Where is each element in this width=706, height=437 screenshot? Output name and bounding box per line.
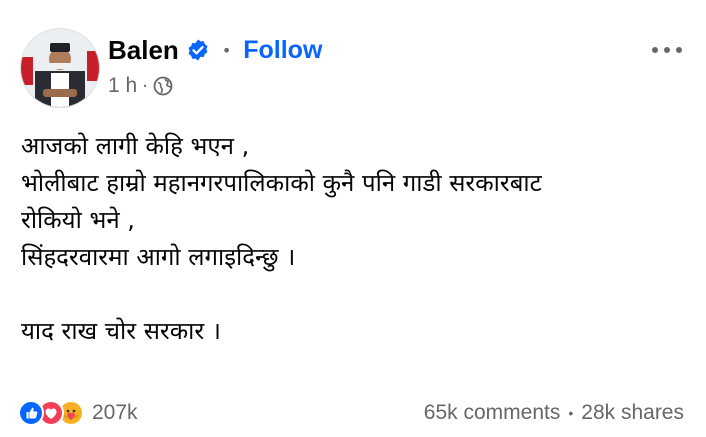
more-options-icon[interactable] [648,38,686,62]
post-text-line: सिंहदरवारमा आगो लगाइदिन्छु । [21,243,296,271]
stats-separator: • [568,405,574,421]
avatar[interactable] [20,28,100,108]
timestamp-line: 1 h · [108,74,322,98]
post-meta: Balen • Follow 1 h · [108,32,322,98]
follow-button[interactable]: Follow [243,36,322,65]
globe-icon[interactable] [153,76,173,96]
author-line: Balen • Follow [108,32,322,68]
post-body: आजको लागी केहि भएन , भोलीबाट हाम्रो महान… [21,128,686,350]
post-text-line: आजको लागी केहि भएन , [21,132,250,160]
separator-dot: • [221,40,232,60]
author-name[interactable]: Balen [108,35,179,66]
reactions-summary[interactable]: 207k [18,400,138,426]
shares-count-link[interactable]: 28k shares [581,401,684,425]
engagement-stats: 65k comments • 28k shares [424,401,684,425]
comments-count-link[interactable]: 65k comments [424,401,561,425]
verified-badge-icon [186,38,210,62]
post-footer: 207k 65k comments • 28k shares [18,396,684,430]
avatar-image [21,29,99,107]
post-text-gap [21,276,686,313]
post-text-line: याद राख चोर सरकार । [21,317,221,345]
post-timestamp[interactable]: 1 h [108,74,137,98]
post-text-line: भोलीबाट हाम्रो महानगरपालिकाको कुनै पनि ग… [21,169,542,197]
post-header: Balen • Follow 1 h · [20,28,686,108]
timestamp-separator: · [142,75,148,97]
like-reaction-icon [18,400,44,426]
reaction-count: 207k [92,401,138,424]
post-text-line: रोकियो भने , [21,206,135,234]
